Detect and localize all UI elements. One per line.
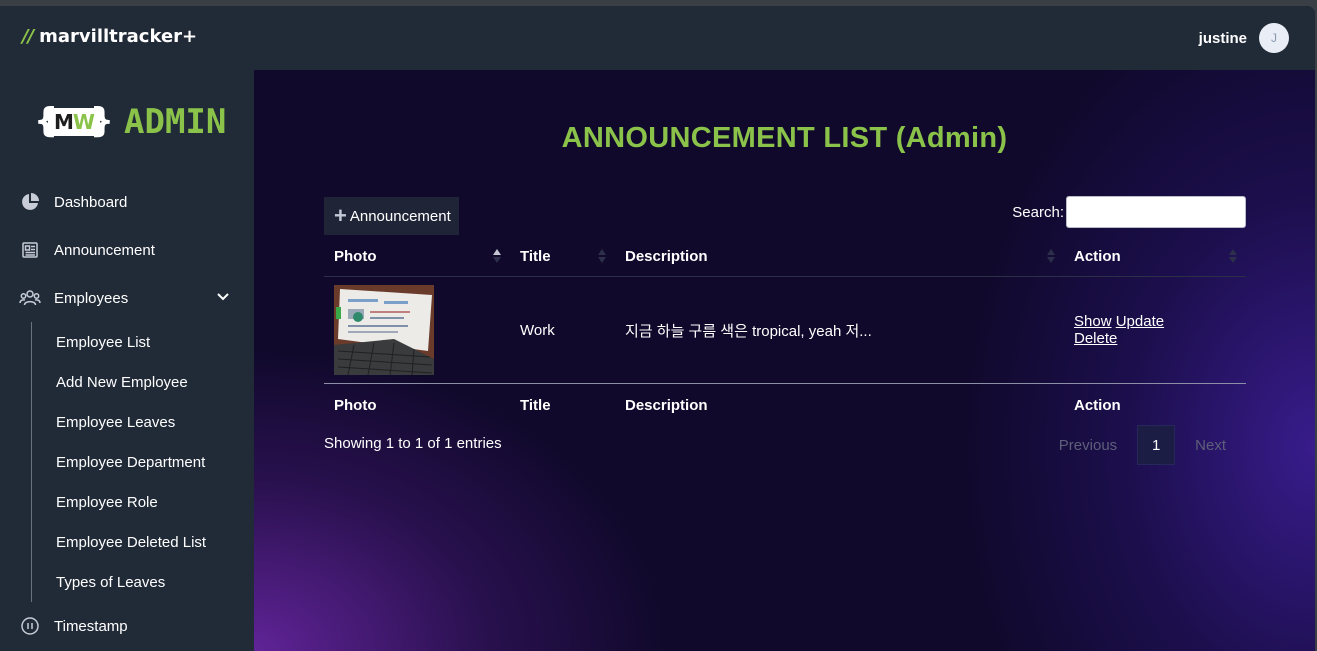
footer-photo: Photo — [334, 396, 377, 414]
users-icon — [19, 287, 41, 309]
footer-title: Title — [520, 396, 551, 414]
sidebar-item-dashboard[interactable]: Dashboard — [0, 178, 254, 226]
brace-right: } — [89, 101, 114, 141]
sidebar-item-announcement[interactable]: Announcement — [0, 226, 254, 274]
sidebar-nav: Dashboard Announcement Employees Employe… — [0, 178, 254, 650]
avatar-initial: J — [1271, 31, 1277, 45]
table-row: Work 지금 하늘 구름 색은 tropical, yeah 저... Sho… — [324, 276, 1246, 384]
admin-logo: { MW } ADMIN — [34, 100, 226, 144]
sort-icon — [1228, 248, 1238, 264]
table-info: Showing 1 to 1 of 1 entries — [324, 435, 502, 452]
mw-logo-badge: { MW } — [34, 100, 114, 144]
announcement-table: Photo Title Description Action Work 지금 하… — [324, 236, 1246, 426]
add-announcement-button[interactable]: + Announcement — [324, 197, 459, 235]
column-header-photo[interactable]: Photo — [324, 236, 510, 277]
cell-actions: Show Update Delete — [1064, 276, 1246, 384]
sidebar-item-employee-leaves[interactable]: Employee Leaves — [32, 402, 254, 442]
page-title: ANNOUNCEMENT LIST (Admin) — [561, 122, 1008, 154]
app-window: // marvilltracker+ justine J { MW } ADMI… — [0, 6, 1315, 651]
sidebar-item-label: Timestamp — [54, 617, 128, 635]
brand-slashes: // — [22, 26, 34, 47]
sort-icon — [1046, 248, 1056, 264]
column-header-title[interactable]: Title — [510, 236, 615, 277]
show-link[interactable]: Show — [1074, 313, 1112, 330]
footer-action: Action — [1074, 396, 1121, 414]
cell-description: 지금 하늘 구름 색은 tropical, yeah 저... — [615, 276, 1064, 384]
sidebar-item-employee-department[interactable]: Employee Department — [32, 442, 254, 482]
previous-page-button[interactable]: Previous — [1039, 425, 1137, 465]
sidebar-item-label: Announcement — [54, 241, 155, 259]
sidebar-item-label: Employees — [54, 289, 129, 307]
sidebar: { MW } ADMIN Dashboard Announcement Empl… — [0, 70, 254, 651]
next-page-button[interactable]: Next — [1175, 425, 1246, 465]
search-box: Search: — [1012, 196, 1246, 228]
cell-photo — [324, 276, 510, 384]
cell-title: Work — [510, 276, 615, 384]
pagination: Previous 1 Next — [1039, 425, 1246, 465]
column-header-description[interactable]: Description — [615, 236, 1064, 277]
brand-logo[interactable]: // marvilltracker+ — [22, 26, 197, 47]
sidebar-item-employee-role[interactable]: Employee Role — [32, 482, 254, 522]
brand-name: marvilltracker+ — [39, 26, 198, 47]
add-announcement-label: Announcement — [349, 207, 451, 225]
announcement-photo[interactable] — [334, 285, 434, 375]
footer-description: Description — [625, 396, 708, 414]
sidebar-item-employee-list[interactable]: Employee List — [32, 322, 254, 362]
table-header-row: Photo Title Description Action — [324, 236, 1246, 277]
top-navbar: // marvilltracker+ justine J — [0, 6, 1315, 70]
sort-icon — [597, 248, 607, 264]
sort-ascending-icon — [492, 248, 502, 264]
sidebar-item-employee-deleted-list[interactable]: Employee Deleted List — [32, 522, 254, 562]
newspaper-icon — [19, 239, 41, 261]
sidebar-item-timestamp[interactable]: Timestamp — [0, 602, 254, 650]
search-label: Search: — [1012, 203, 1064, 221]
sidebar-item-label: Dashboard — [54, 193, 128, 211]
table-footer-row: Photo Title Description Action — [324, 384, 1246, 427]
sidebar-item-add-new-employee[interactable]: Add New Employee — [32, 362, 254, 402]
column-header-action[interactable]: Action — [1064, 236, 1246, 277]
main-content: ANNOUNCEMENT LIST (Admin) + Announcement… — [254, 70, 1315, 651]
pause-circle-icon — [19, 615, 41, 637]
user-menu[interactable]: justine J — [1199, 23, 1289, 53]
chevron-down-icon[interactable] — [216, 290, 230, 308]
avatar[interactable]: J — [1259, 23, 1289, 53]
page-1-button[interactable]: 1 — [1137, 425, 1176, 465]
plus-icon: + — [334, 203, 347, 228]
delete-link[interactable]: Delete — [1074, 330, 1117, 347]
admin-logo-text: ADMIN — [124, 102, 227, 142]
sidebar-item-employees[interactable]: Employees — [0, 274, 254, 322]
pie-chart-icon — [19, 191, 41, 213]
sidebar-item-types-of-leaves[interactable]: Types of Leaves — [32, 562, 254, 602]
search-input[interactable] — [1066, 196, 1246, 228]
update-link[interactable]: Update — [1116, 313, 1164, 330]
employees-submenu: Employee List Add New Employee Employee … — [31, 322, 254, 602]
user-name: justine — [1198, 29, 1247, 47]
